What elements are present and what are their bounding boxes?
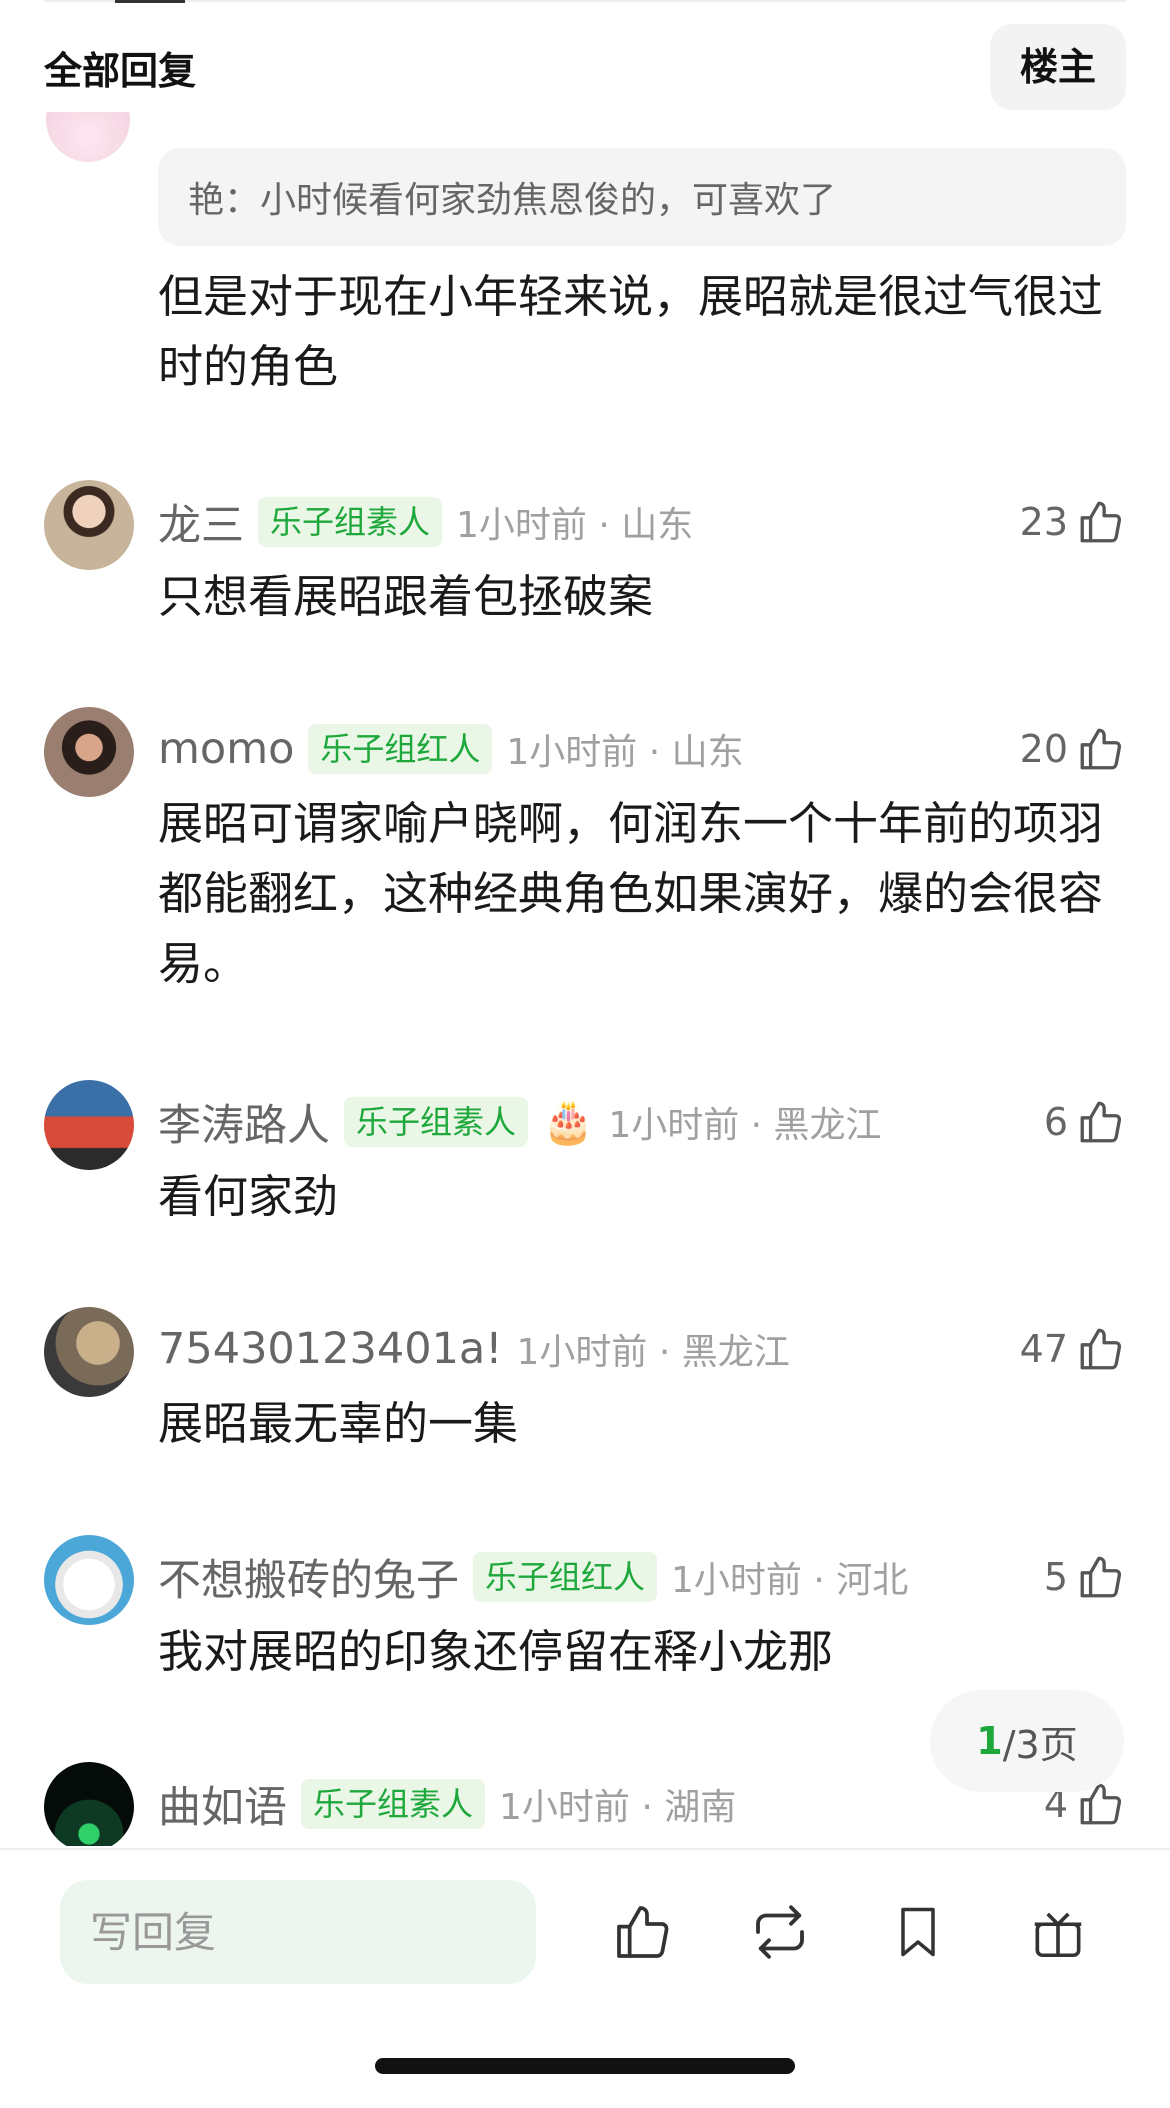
quoted-reply: 艳：小时候看何家劲焦恩俊的，可喜欢了 — [158, 148, 1126, 246]
reply-text: 但是对于现在小年轻来说，展昭就是很过气很过时的角色 — [158, 270, 1104, 393]
username[interactable]: momo — [158, 724, 294, 774]
comment-item: 不想搬砖的兔子 乐子组红人 1小时前 · 河北 5 我对展昭的印象还停留在释小龙… — [44, 1535, 1126, 1685]
comment-item: 75430123401a! 1小时前 · 黑龙江 47 展昭最无辜的一集 — [44, 1307, 1126, 1457]
user-badge: 乐子组素人 — [301, 1779, 486, 1829]
repost-button[interactable] — [740, 1892, 820, 1972]
gift-icon — [1034, 1912, 1082, 1958]
top-divider — [44, 0, 1126, 2]
username[interactable]: 75430123401a! — [158, 1324, 503, 1374]
reply-header: 全部回复 楼主 — [44, 24, 1126, 110]
like-button[interactable]: 47 — [1020, 1307, 1126, 1391]
avatar[interactable] — [44, 1535, 134, 1625]
avatar[interactable] — [44, 1307, 134, 1397]
timestamp-location: 1小时前 · 河北 — [671, 1560, 909, 1601]
thumbs-up-icon — [1080, 1101, 1122, 1143]
op-only-button[interactable]: 楼主 — [989, 24, 1126, 110]
avatar[interactable] — [44, 480, 134, 570]
avatar[interactable] — [44, 1080, 134, 1170]
thumbs-up-icon — [617, 1906, 669, 1958]
birthday-cake-icon: 🎂 — [542, 1097, 595, 1146]
page-indicator[interactable]: 1/3页 — [930, 1690, 1124, 1792]
comment-text: 只想看展昭跟着包拯破案 — [158, 570, 654, 623]
comment-text: 我对展昭的印象还停留在释小龙那 — [158, 1625, 834, 1678]
reply-input[interactable] — [60, 1880, 536, 1984]
user-badge: 乐子组素人 — [258, 497, 443, 547]
username[interactable]: 曲如语 — [158, 1773, 287, 1835]
like-action-button[interactable] — [603, 1892, 683, 1972]
comment-item: 龙三 乐子组素人 1小时前 · 山东 23 只想看展昭跟着包拯破案 — [44, 480, 1126, 630]
comment-item: 李涛路人 乐子组素人 🎂 1小时前 · 黑龙江 6 看何家劲 — [44, 1080, 1126, 1230]
home-indicator — [375, 2058, 795, 2074]
like-count: 47 — [1019, 1327, 1068, 1371]
avatar[interactable] — [44, 1762, 134, 1846]
timestamp-location: 1小时前 · 山东 — [456, 505, 694, 546]
repost-icon — [756, 1905, 804, 1959]
user-badge: 乐子组红人 — [308, 724, 493, 774]
avatar[interactable] — [46, 112, 130, 162]
like-count: 5 — [1043, 1555, 1068, 1599]
thumbs-up-icon — [1080, 1328, 1122, 1370]
bookmark-button[interactable] — [878, 1892, 958, 1972]
username[interactable]: 不想搬砖的兔子 — [158, 1546, 459, 1608]
gift-button[interactable] — [1018, 1892, 1098, 1972]
comment-text: 看何家劲 — [158, 1170, 339, 1223]
like-button[interactable]: 23 — [1020, 480, 1126, 564]
timestamp-location: 1小时前 · 黑龙江 — [516, 1332, 790, 1373]
username[interactable]: 龙三 — [158, 491, 244, 553]
comment-text: 展昭最无辜的一集 — [158, 1397, 519, 1450]
bookmark-icon — [901, 1907, 935, 1957]
like-count: 6 — [1043, 1100, 1068, 1144]
like-button[interactable]: 5 — [1044, 1535, 1126, 1619]
comment-item: momo 乐子组红人 1小时前 · 山东 20 展昭可谓家喻户晓啊，何润东一个十… — [44, 707, 1126, 1007]
timestamp-location: 1小时前 · 黑龙江 — [608, 1105, 882, 1146]
thumbs-up-icon — [1080, 1556, 1122, 1598]
bottom-action-bar — [0, 1848, 1170, 2108]
current-page: 1 — [976, 1719, 1003, 1763]
avatar[interactable] — [44, 707, 134, 797]
total-pages: /3页 — [1002, 1722, 1078, 1767]
tab-indicator — [115, 0, 185, 3]
thumbs-up-icon — [1080, 728, 1122, 770]
like-count: 20 — [1019, 727, 1068, 771]
user-badge: 乐子组素人 — [344, 1097, 529, 1147]
like-count: 23 — [1019, 500, 1068, 544]
page-title: 全部回复 — [44, 48, 197, 93]
like-button[interactable]: 20 — [1020, 707, 1126, 791]
timestamp-location: 1小时前 · 湖南 — [499, 1787, 737, 1828]
username[interactable]: 李涛路人 — [158, 1091, 330, 1153]
user-badge: 乐子组红人 — [473, 1552, 658, 1602]
thumbs-up-icon — [1080, 501, 1122, 543]
like-button[interactable]: 6 — [1044, 1080, 1126, 1164]
timestamp-location: 1小时前 · 山东 — [506, 732, 744, 773]
comment-text: 展昭可谓家喻户晓啊，何润东一个十年前的项羽都能翻红，这种经典角色如果演好，爆的会… — [158, 797, 1104, 990]
